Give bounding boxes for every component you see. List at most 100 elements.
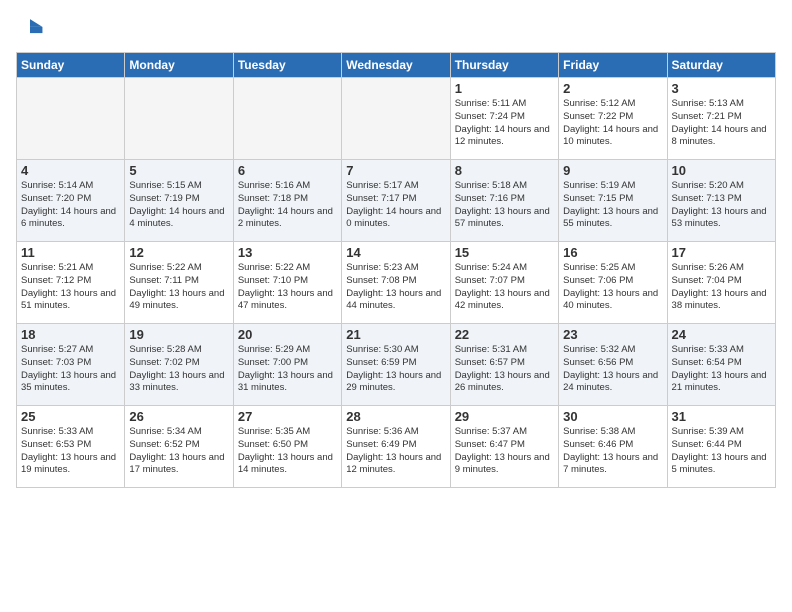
calendar-cell [17,78,125,160]
day-info: Sunrise: 5:22 AMSunset: 7:11 PMDaylight:… [129,262,228,313]
calendar-cell: 5 Sunrise: 5:15 AMSunset: 7:19 PMDaylight… [125,160,233,242]
day-info: Sunrise: 5:29 AMSunset: 7:00 PMDaylight:… [238,344,337,395]
day-number: 16 [563,245,662,260]
week-row-3: 11Sunrise: 5:21 AMSunset: 7:12 PMDayligh… [17,242,776,324]
day-number: 8 [455,163,554,178]
calendar-cell: 17 Sunrise: 5:26 AMSunset: 7:04 PMDayligh… [667,242,775,324]
day-info: Sunrise: 5:39 AMSunset: 6:44 PMDaylight:… [672,426,771,477]
day-info: Sunrise: 5:27 AMSunset: 7:03 PMDaylight:… [21,344,120,395]
header-friday: Friday [559,53,667,78]
calendar-cell: 8 Sunrise: 5:18 AMSunset: 7:16 PMDaylight… [450,160,558,242]
header-thursday: Thursday [450,53,558,78]
day-number: 22 [455,327,554,342]
day-number: 17 [672,245,771,260]
calendar-cell: 22 Sunrise: 5:31 AMSunset: 6:57 PMDayligh… [450,324,558,406]
day-info: Sunrise: 5:17 AMSunset: 7:17 PMDaylight:… [346,180,445,231]
day-number: 7 [346,163,445,178]
day-info: Sunrise: 5:23 AMSunset: 7:08 PMDaylight:… [346,262,445,313]
calendar-cell: 7 Sunrise: 5:17 AMSunset: 7:17 PMDaylight… [342,160,450,242]
calendar-cell: 23 Sunrise: 5:32 AMSunset: 6:56 PMDayligh… [559,324,667,406]
day-number: 26 [129,409,228,424]
calendar-cell: 11Sunrise: 5:21 AMSunset: 7:12 PMDayligh… [17,242,125,324]
calendar-cell: 31 Sunrise: 5:39 AMSunset: 6:44 PMDayligh… [667,406,775,488]
day-info: Sunrise: 5:28 AMSunset: 7:02 PMDaylight:… [129,344,228,395]
day-number: 31 [672,409,771,424]
calendar-cell: 14 Sunrise: 5:23 AMSunset: 7:08 PMDayligh… [342,242,450,324]
calendar-cell: 3Sunrise: 5:13 AMSunset: 7:21 PMDaylight… [667,78,775,160]
day-number: 2 [563,81,662,96]
calendar-table: SundayMondayTuesdayWednesdayThursdayFrid… [16,52,776,488]
week-row-2: 4 Sunrise: 5:14 AMSunset: 7:20 PMDaylight… [17,160,776,242]
week-row-4: 18 Sunrise: 5:27 AMSunset: 7:03 PMDayligh… [17,324,776,406]
day-number: 14 [346,245,445,260]
calendar-cell: 18 Sunrise: 5:27 AMSunset: 7:03 PMDayligh… [17,324,125,406]
day-info: Sunrise: 5:18 AMSunset: 7:16 PMDaylight:… [455,180,554,231]
header-monday: Monday [125,53,233,78]
day-info: Sunrise: 5:34 AMSunset: 6:52 PMDaylight:… [129,426,228,477]
day-info: Sunrise: 5:26 AMSunset: 7:04 PMDaylight:… [672,262,771,313]
day-info: Sunrise: 5:30 AMSunset: 6:59 PMDaylight:… [346,344,445,395]
day-number: 18 [21,327,120,342]
calendar-cell [125,78,233,160]
day-number: 1 [455,81,554,96]
day-info: Sunrise: 5:14 AMSunset: 7:20 PMDaylight:… [21,180,120,231]
calendar-cell: 16 Sunrise: 5:25 AMSunset: 7:06 PMDayligh… [559,242,667,324]
calendar-cell: 9Sunrise: 5:19 AMSunset: 7:15 PMDaylight… [559,160,667,242]
logo-icon [16,16,44,44]
day-number: 15 [455,245,554,260]
day-info: Sunrise: 5:20 AMSunset: 7:13 PMDaylight:… [672,180,771,231]
header-tuesday: Tuesday [233,53,341,78]
calendar-cell: 2Sunrise: 5:12 AMSunset: 7:22 PMDaylight… [559,78,667,160]
calendar-cell: 26 Sunrise: 5:34 AMSunset: 6:52 PMDayligh… [125,406,233,488]
calendar-cell: 28 Sunrise: 5:36 AMSunset: 6:49 PMDayligh… [342,406,450,488]
day-number: 25 [21,409,120,424]
day-info: Sunrise: 5:38 AMSunset: 6:46 PMDaylight:… [563,426,662,477]
day-info: Sunrise: 5:15 AMSunset: 7:19 PMDaylight:… [129,180,228,231]
day-number: 4 [21,163,120,178]
calendar-cell: 29Sunrise: 5:37 AMSunset: 6:47 PMDayligh… [450,406,558,488]
calendar-cell: 27Sunrise: 5:35 AMSunset: 6:50 PMDayligh… [233,406,341,488]
calendar-cell: 12 Sunrise: 5:22 AMSunset: 7:11 PMDayligh… [125,242,233,324]
day-number: 27 [238,409,337,424]
day-number: 6 [238,163,337,178]
day-number: 21 [346,327,445,342]
calendar-cell: 19 Sunrise: 5:28 AMSunset: 7:02 PMDayligh… [125,324,233,406]
calendar-cell: 30 Sunrise: 5:38 AMSunset: 6:46 PMDayligh… [559,406,667,488]
calendar-cell: 20 Sunrise: 5:29 AMSunset: 7:00 PMDayligh… [233,324,341,406]
day-number: 28 [346,409,445,424]
day-number: 29 [455,409,554,424]
header-wednesday: Wednesday [342,53,450,78]
day-info: Sunrise: 5:11 AMSunset: 7:24 PMDaylight:… [455,98,554,149]
calendar-cell: 13Sunrise: 5:22 AMSunset: 7:10 PMDayligh… [233,242,341,324]
day-number: 30 [563,409,662,424]
calendar-cell [342,78,450,160]
calendar-cell: 25 Sunrise: 5:33 AMSunset: 6:53 PMDayligh… [17,406,125,488]
day-info: Sunrise: 5:36 AMSunset: 6:49 PMDaylight:… [346,426,445,477]
calendar-cell: 10Sunrise: 5:20 AMSunset: 7:13 PMDayligh… [667,160,775,242]
day-info: Sunrise: 5:33 AMSunset: 6:54 PMDaylight:… [672,344,771,395]
header-sunday: Sunday [17,53,125,78]
calendar-cell: 6 Sunrise: 5:16 AMSunset: 7:18 PMDaylight… [233,160,341,242]
calendar-cell [233,78,341,160]
day-number: 23 [563,327,662,342]
calendar-cell: 4 Sunrise: 5:14 AMSunset: 7:20 PMDaylight… [17,160,125,242]
day-number: 13 [238,245,337,260]
day-info: Sunrise: 5:25 AMSunset: 7:06 PMDaylight:… [563,262,662,313]
day-info: Sunrise: 5:24 AMSunset: 7:07 PMDaylight:… [455,262,554,313]
day-info: Sunrise: 5:32 AMSunset: 6:56 PMDaylight:… [563,344,662,395]
header-saturday: Saturday [667,53,775,78]
day-number: 3 [672,81,771,96]
day-info: Sunrise: 5:16 AMSunset: 7:18 PMDaylight:… [238,180,337,231]
day-number: 19 [129,327,228,342]
calendar-cell: 24 Sunrise: 5:33 AMSunset: 6:54 PMDayligh… [667,324,775,406]
day-number: 20 [238,327,337,342]
week-row-1: 1 Sunrise: 5:11 AMSunset: 7:24 PMDaylight… [17,78,776,160]
page-header [16,16,776,44]
day-number: 5 [129,163,228,178]
day-info: Sunrise: 5:31 AMSunset: 6:57 PMDaylight:… [455,344,554,395]
day-number: 11 [21,245,120,260]
day-number: 24 [672,327,771,342]
day-info: Sunrise: 5:33 AMSunset: 6:53 PMDaylight:… [21,426,120,477]
calendar-cell: 15 Sunrise: 5:24 AMSunset: 7:07 PMDayligh… [450,242,558,324]
day-number: 12 [129,245,228,260]
